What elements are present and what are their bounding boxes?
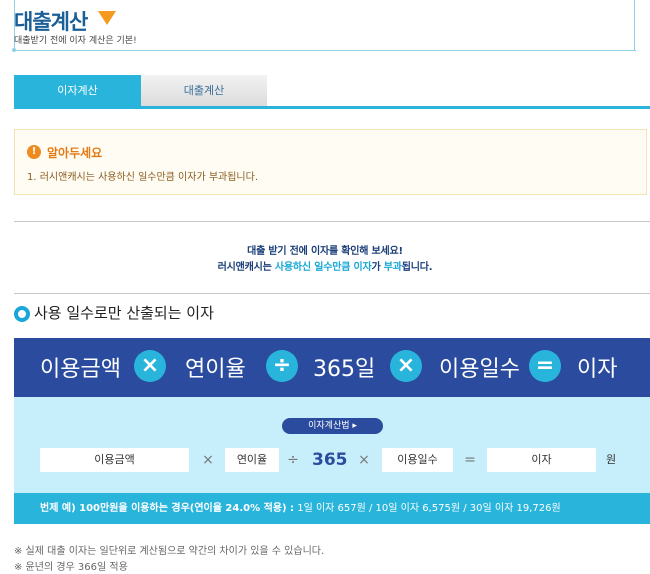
notice-box xyxy=(14,129,647,195)
header-frame-bottom xyxy=(14,50,636,51)
formula-days: 이용일수 xyxy=(439,357,520,382)
intro-text: 가 xyxy=(371,262,384,273)
intro-highlight-charge: 부과 xyxy=(383,262,402,273)
rate-field[interactable]: 연이율 xyxy=(225,448,279,472)
multiply-sign: × xyxy=(202,452,214,468)
days-per-year: 365 xyxy=(312,450,348,470)
formula-rate: 연이율 xyxy=(185,357,246,382)
interest-field[interactable]: 이자 xyxy=(487,448,596,472)
page-subtitle: 대출받기 전에 이자 계산은 기본! xyxy=(14,36,137,46)
intro-line-1: 대출 받기 전에 이자를 확인해 보세요! xyxy=(247,246,403,257)
intro-highlight-days: 사용하신 일수만큼 이자 xyxy=(274,262,372,273)
divider-bottom xyxy=(14,293,650,294)
page-title: 대출계산 xyxy=(14,10,88,34)
divide-icon: ÷ xyxy=(266,350,298,382)
footnote: ※ 실제 대출 이자는 일단위로 계산됨으로 약간의 차이가 있을 수 있습니다… xyxy=(14,546,325,557)
interest-method-button[interactable]: 이자계산법 ▸ xyxy=(282,418,383,434)
calculator-area xyxy=(14,397,650,493)
example-heading: 번제 예) 100만원을 이용하는 경우(연이율 24.0% 적용) : xyxy=(40,503,295,514)
circle-bullet-icon xyxy=(14,306,30,322)
multiply-icon: × xyxy=(134,350,166,382)
example-values: 1일 이자 657원 / 10일 이자 6,575원 / 30일 이자 19,7… xyxy=(294,503,561,514)
formula-interest: 이자 xyxy=(577,357,618,382)
header-frame-right xyxy=(634,0,635,51)
exclamation-icon: ! xyxy=(27,145,41,159)
tab-loan-calc[interactable]: 대출계산 xyxy=(141,75,267,106)
equals-sign: = xyxy=(464,452,476,468)
formula-365-days: 365일 xyxy=(313,357,376,382)
intro-text: 러시앤캐시는 xyxy=(217,262,275,273)
days-field[interactable]: 이용일수 xyxy=(382,448,453,472)
amount-field[interactable]: 이용금액 xyxy=(40,448,189,472)
notice-title: 알아두세요 xyxy=(47,146,103,160)
header-frame-dot xyxy=(12,48,16,52)
formula-amount: 이용금액 xyxy=(40,357,121,382)
example-strip: 번제 예) 100만원을 이용하는 경우(연이율 24.0% 적용) : 1일 … xyxy=(14,493,650,524)
divide-sign: ÷ xyxy=(287,452,299,468)
multiply-icon: × xyxy=(390,350,422,382)
divider-top xyxy=(14,221,650,222)
tab-interest-calc[interactable]: 이자계산 xyxy=(14,75,141,106)
title-arrow-icon xyxy=(98,11,116,25)
intro-line-2: 러시앤캐시는 사용하신 일수만큼 이자가 부과됩니다. xyxy=(0,258,650,273)
equals-icon: = xyxy=(529,350,561,382)
section-title: 사용 일수로만 산출되는 이자 xyxy=(34,304,214,322)
multiply-sign: × xyxy=(358,452,370,468)
tab-underline xyxy=(14,106,650,109)
notice-text: 1. 러시앤캐시는 사용하신 일수만큼 이자가 부과됩니다. xyxy=(27,172,259,183)
footnote: ※ 윤년의 경우 366일 적용 xyxy=(14,562,128,573)
intro-text: 됩니다. xyxy=(401,262,433,273)
currency-unit: 원 xyxy=(606,453,617,466)
